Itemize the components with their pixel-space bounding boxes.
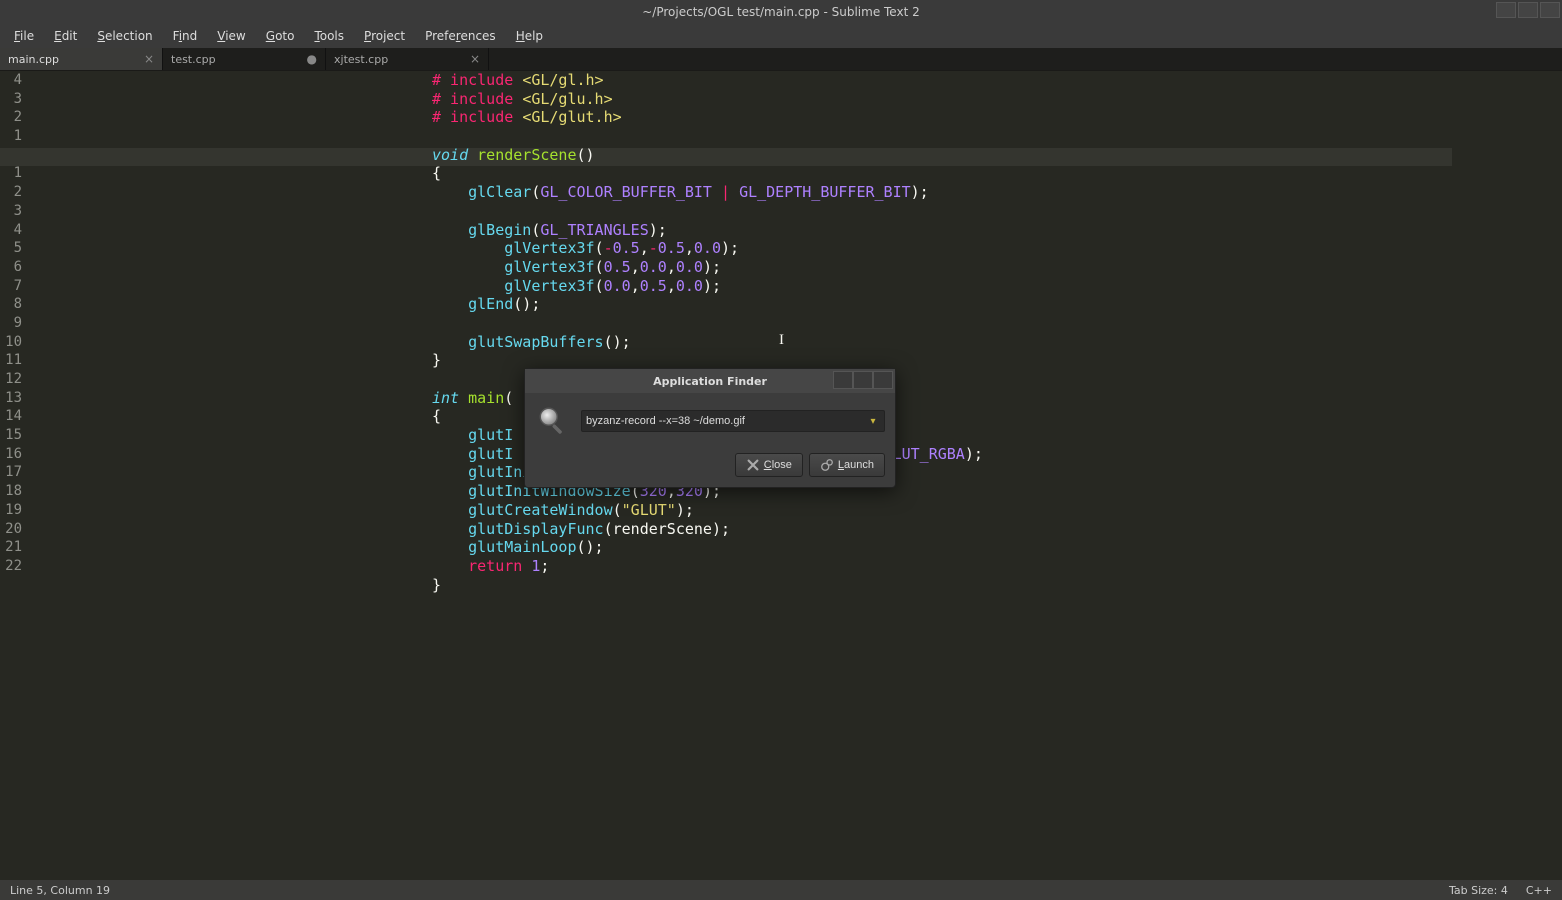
- code-line[interactable]: glBegin(GL_TRIANGLES);: [432, 221, 983, 240]
- window-minimize[interactable]: [1496, 2, 1516, 18]
- code-line[interactable]: return 1;: [432, 557, 983, 576]
- code-line[interactable]: # include <GL/gl.h>: [432, 71, 983, 90]
- menu-find[interactable]: Find: [163, 25, 208, 47]
- line-number: 2: [0, 108, 22, 127]
- code-line[interactable]: glVertex3f(-0.5,-0.5,0.0);: [432, 239, 983, 258]
- dialog-close[interactable]: [873, 371, 893, 389]
- line-number: 10: [0, 333, 22, 352]
- line-number: 4: [0, 71, 22, 90]
- window-title: ~/Projects/OGL test/main.cpp - Sublime T…: [642, 5, 919, 19]
- code-line[interactable]: glutDisplayFunc(renderScene);: [432, 520, 983, 539]
- tab-label: main.cpp: [8, 53, 59, 66]
- launch-button[interactable]: Launch: [809, 453, 885, 477]
- line-number: 6: [0, 258, 22, 277]
- menu-help[interactable]: Help: [506, 25, 553, 47]
- code-line[interactable]: glutCreateWindow("GLUT");: [432, 501, 983, 520]
- line-number: 9: [0, 314, 22, 333]
- code-line[interactable]: glEnd();: [432, 295, 983, 314]
- menu-view[interactable]: View: [207, 25, 255, 47]
- menu-edit[interactable]: Edit: [44, 25, 87, 47]
- line-number: 17: [0, 463, 22, 482]
- line-number: 1: [0, 164, 22, 183]
- code-line[interactable]: glVertex3f(0.5,0.0,0.0);: [432, 258, 983, 277]
- line-number: 22: [0, 557, 22, 576]
- close-button[interactable]: Close: [735, 453, 803, 477]
- gear-run-icon: [820, 458, 834, 472]
- dropdown-arrow-icon[interactable]: ▾: [866, 416, 880, 427]
- code-line[interactable]: glutMainLoop();: [432, 538, 983, 557]
- code-line[interactable]: }: [432, 576, 983, 595]
- menu-file[interactable]: File: [4, 25, 44, 47]
- line-number: 12: [0, 370, 22, 389]
- application-finder-dialog: Application Finder ▾: [524, 368, 896, 488]
- window-close[interactable]: [1540, 2, 1560, 18]
- code-line[interactable]: [432, 202, 983, 221]
- code-line[interactable]: [432, 127, 983, 146]
- command-input[interactable]: [586, 415, 866, 427]
- line-number: 19: [0, 501, 22, 520]
- status-cursor-position: Line 5, Column 19: [10, 884, 110, 897]
- command-input-wrap[interactable]: ▾: [581, 410, 885, 432]
- tab-bar: main.cpp × test.cpp ● xjtest.cpp ×: [0, 48, 1562, 70]
- code-line[interactable]: glClear(GL_COLOR_BUFFER_BIT | GL_DEPTH_B…: [432, 183, 983, 202]
- line-number: 2: [0, 183, 22, 202]
- line-number: 20: [0, 520, 22, 539]
- line-number: 3: [0, 90, 22, 109]
- window-title-bar: ~/Projects/OGL test/main.cpp - Sublime T…: [0, 0, 1562, 24]
- menu-bar: FileEditSelectionFindViewGotoToolsProjec…: [0, 24, 1562, 48]
- dialog-minimize[interactable]: [833, 371, 853, 389]
- dialog-maximize[interactable]: [853, 371, 873, 389]
- text-cursor-icon: I: [779, 331, 781, 349]
- line-number: 14: [0, 407, 22, 426]
- code-line[interactable]: [432, 314, 983, 333]
- menu-selection[interactable]: Selection: [87, 25, 162, 47]
- status-syntax[interactable]: C++: [1526, 884, 1552, 897]
- line-number: 11: [0, 351, 22, 370]
- menu-preferences[interactable]: Preferences: [415, 25, 506, 47]
- gutter: 4321012345678910111213141516171819202122: [0, 71, 28, 817]
- line-number: 5: [0, 239, 22, 258]
- line-number: 3: [0, 202, 22, 221]
- line-number: 21: [0, 538, 22, 557]
- line-number: 7: [0, 277, 22, 296]
- dialog-window-controls: [833, 371, 893, 389]
- statusbar: Line 5, Column 19 Tab Size: 4 C++: [0, 880, 1562, 900]
- code-line[interactable]: {: [432, 164, 983, 183]
- line-number: 15: [0, 426, 22, 445]
- code-line[interactable]: void renderScene(): [432, 146, 983, 165]
- code-line[interactable]: # include <GL/glut.h>: [432, 108, 983, 127]
- status-tab-size[interactable]: Tab Size: 4: [1449, 884, 1508, 897]
- code-line[interactable]: # include <GL/glu.h>: [432, 90, 983, 109]
- code-area[interactable]: # include <GL/gl.h># include <GL/glu.h>#…: [432, 71, 983, 594]
- line-number: 8: [0, 295, 22, 314]
- code-line[interactable]: glVertex3f(0.0,0.5,0.0);: [432, 277, 983, 296]
- tab-xjtest-cpp[interactable]: xjtest.cpp ×: [326, 48, 489, 70]
- menu-project[interactable]: Project: [354, 25, 415, 47]
- tab-test-cpp[interactable]: test.cpp ●: [163, 48, 326, 70]
- minimap[interactable]: [1452, 71, 1562, 817]
- window-controls: [1496, 2, 1560, 18]
- line-number: 16: [0, 445, 22, 464]
- menu-goto[interactable]: Goto: [256, 25, 305, 47]
- tab-label: test.cpp: [171, 53, 216, 66]
- dialog-title: Application Finder: [653, 375, 767, 388]
- line-number: 13: [0, 389, 22, 408]
- code-line[interactable]: glutSwapBuffers();: [432, 333, 983, 352]
- tab-label: xjtest.cpp: [334, 53, 388, 66]
- menu-tools[interactable]: Tools: [304, 25, 354, 47]
- window-maximize[interactable]: [1518, 2, 1538, 18]
- line-number: 4: [0, 221, 22, 240]
- close-icon: [746, 458, 760, 472]
- dirty-indicator-icon[interactable]: ●: [307, 52, 317, 66]
- magnifier-icon: [535, 403, 571, 439]
- line-number: 1: [0, 127, 22, 146]
- dialog-title-bar[interactable]: Application Finder: [525, 369, 895, 393]
- tab-close-icon[interactable]: ×: [470, 52, 480, 66]
- line-number: 18: [0, 482, 22, 501]
- tab-close-icon[interactable]: ×: [144, 52, 154, 66]
- tab-main-cpp[interactable]: main.cpp ×: [0, 48, 163, 70]
